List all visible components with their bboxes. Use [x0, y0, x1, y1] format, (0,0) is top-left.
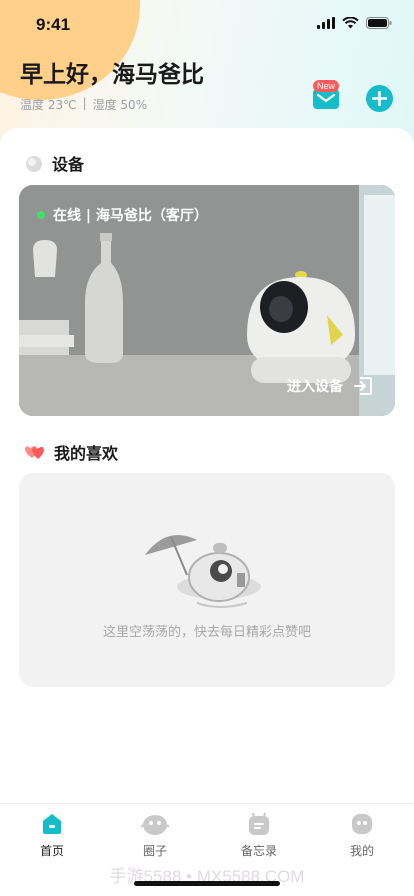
- environment-info: 温度 23℃ | 湿度 50%: [20, 96, 147, 113]
- devices-title: 设备: [52, 155, 85, 174]
- tab-memo-label: 备忘录: [240, 844, 277, 858]
- env-separator: |: [82, 96, 87, 110]
- greeting-title: 早上好，海马爸比: [20, 62, 204, 88]
- device-status: 在线 | 海马爸比（客厅）: [37, 205, 208, 225]
- humidity-text: 湿度 50%: [92, 98, 148, 112]
- device-card[interactable]: 在线 | 海马爸比（客厅） 进入设备: [19, 185, 395, 416]
- empty-favorites-text: 这里空荡荡的，快去每日精彩点赞吧: [102, 625, 311, 640]
- status-time: 9:41: [36, 15, 71, 34]
- status-icons: [317, 17, 392, 29]
- devices-section-title: 设备: [24, 151, 84, 175]
- tab-profile-label: 我的: [349, 844, 374, 858]
- online-dot: [37, 211, 45, 219]
- favorites-empty-card: 这里空荡荡的，快去每日精彩点赞吧: [19, 473, 395, 687]
- new-badge: New: [313, 80, 340, 92]
- memo-icon: [249, 812, 269, 835]
- signal-icon: [317, 17, 335, 29]
- enter-device-button[interactable]: 进入设备: [287, 376, 373, 396]
- tab-home[interactable]: 首页: [17, 812, 87, 859]
- tab-circle-label: 圈子: [142, 844, 167, 858]
- home-indicator: [134, 881, 280, 886]
- add-device-button[interactable]: [366, 85, 393, 112]
- favorites-section-title: 我的喜欢: [24, 440, 118, 464]
- tab-profile[interactable]: 我的: [327, 812, 397, 859]
- plus-icon: [372, 91, 387, 106]
- favorites-title: 我的喜欢: [54, 444, 119, 463]
- enter-device-label: 进入设备: [287, 379, 343, 395]
- tab-memo[interactable]: 备忘录: [224, 812, 294, 859]
- status-bar: 9:41: [0, 0, 414, 48]
- temperature-text: 温度 23℃: [20, 98, 77, 112]
- device-section-icon: [26, 156, 42, 172]
- empty-illustration: [145, 535, 261, 608]
- battery-icon: [366, 17, 392, 29]
- circle-icon: [141, 815, 169, 835]
- enter-icon: [354, 377, 372, 395]
- home-icon: [43, 814, 61, 834]
- device-status-text: 在线 | 海马爸比（客厅）: [53, 208, 208, 224]
- profile-icon: [352, 814, 372, 834]
- tab-circle[interactable]: 圈子: [120, 812, 190, 859]
- wifi-icon: [342, 17, 359, 29]
- tab-home-label: 首页: [39, 844, 64, 858]
- hearts-icon: [25, 445, 44, 459]
